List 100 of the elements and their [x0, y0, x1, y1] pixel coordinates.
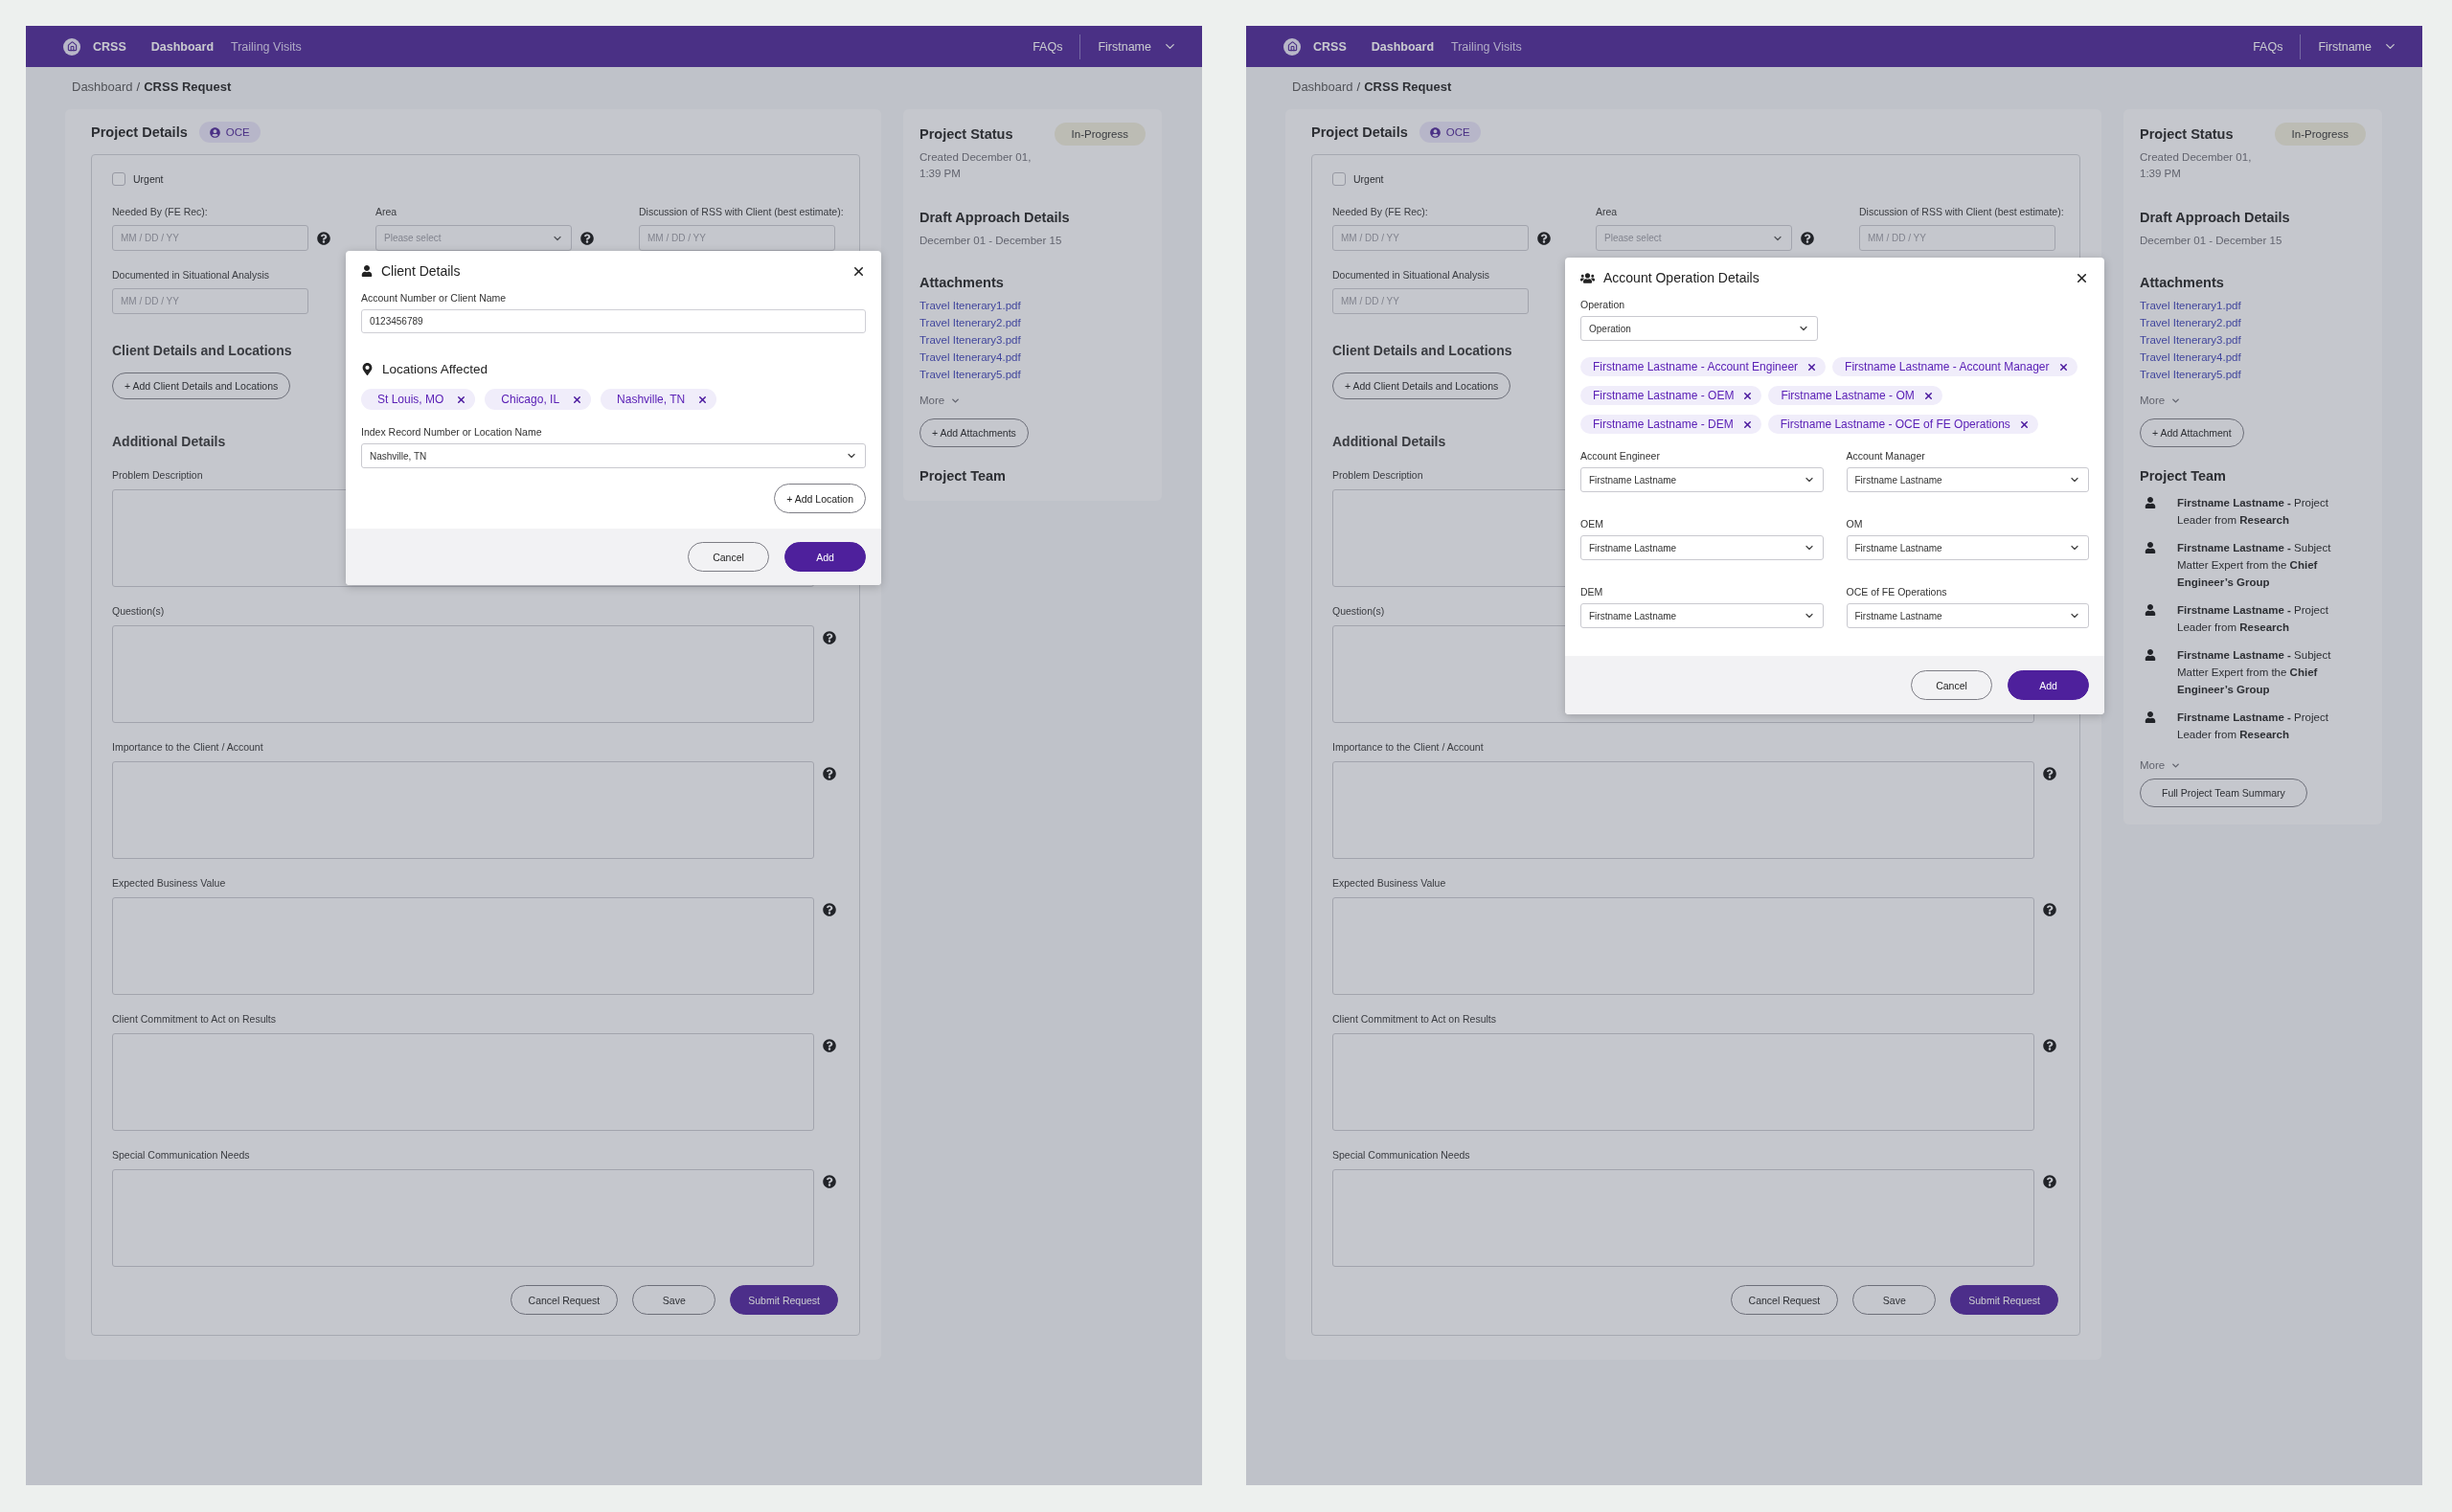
remove-icon[interactable]: [456, 394, 467, 405]
breadcrumb-separator: /: [136, 79, 141, 96]
action-button[interactable]: Submit Request: [1950, 1285, 2058, 1315]
breadcrumb-link[interactable]: Dashboard: [72, 79, 133, 96]
remove-icon[interactable]: [1742, 390, 1754, 401]
help-icon[interactable]: [823, 903, 836, 916]
person-icon: [2145, 711, 2156, 723]
field-label: Account Number or Client Name: [361, 292, 508, 305]
app-name: CRSS: [93, 39, 126, 54]
file-link[interactable]: Travel Itenerary3.pdf: [920, 331, 1021, 349]
action-button[interactable]: Submit Request: [730, 1285, 838, 1315]
location-chip: St Louis, MO: [361, 389, 476, 410]
nav-link[interactable]: Dashboard: [150, 39, 215, 54]
modal-button[interactable]: Add: [2008, 670, 2089, 700]
date-field[interactable]: MM / DD / YY: [112, 225, 308, 251]
home-icon[interactable]: [1283, 37, 1301, 56]
nav-link[interactable]: Trailing Visits: [231, 39, 302, 54]
help-icon[interactable]: [823, 631, 836, 644]
help-icon[interactable]: [1801, 231, 1814, 245]
sidebar-title: Project Status: [2140, 126, 2234, 142]
help-icon[interactable]: [2043, 1039, 2056, 1052]
remove-icon[interactable]: [2057, 361, 2069, 372]
remove-icon[interactable]: [1741, 418, 1753, 430]
person-chip: Firstname Lastname - Account Manager: [1832, 357, 2077, 376]
person-chip: Firstname Lastname - OEM: [1580, 386, 1762, 405]
file-link[interactable]: Travel Itenerary3.pdf: [2140, 331, 2241, 349]
select-field[interactable]: Firstname Lastname: [1580, 535, 1824, 560]
help-icon[interactable]: [2043, 767, 2056, 780]
more-button[interactable]: More: [2140, 395, 2182, 406]
file-link[interactable]: Travel Itenerary5.pdf: [2140, 366, 2241, 383]
section-title: Additional Details: [1332, 433, 1446, 450]
select-field[interactable]: Firstname Lastname: [1846, 467, 2089, 492]
user-menu[interactable]: Firstname: [2318, 39, 2397, 54]
help-icon[interactable]: [317, 231, 330, 245]
select-field[interactable]: Firstname Lastname: [1580, 467, 1824, 492]
dialog-title: Client Details: [381, 263, 462, 279]
file-link[interactable]: Travel Itenerary4.pdf: [920, 349, 1021, 366]
field-label: OM: [1846, 518, 1864, 530]
select-field[interactable]: Operation: [1580, 316, 1818, 341]
person-chip: Firstname Lastname - OCE of FE Operations: [1767, 415, 2038, 434]
date-field[interactable]: MM / DD / YY: [1859, 225, 2055, 251]
field-label: Operation: [1580, 299, 1626, 311]
more-button[interactable]: More: [2140, 759, 2182, 771]
person-chip: Firstname Lastname - OM: [1768, 386, 1942, 405]
person-chip: Firstname Lastname - Account Engineer: [1580, 357, 1827, 376]
file-link[interactable]: Travel Itenerary2.pdf: [920, 314, 1021, 331]
field-label: Needed By (FE Rec):: [112, 205, 208, 218]
field-label: OEM: [1580, 518, 1604, 530]
select-field[interactable]: Firstname Lastname: [1580, 603, 1824, 628]
field-label: Special Communication Needs: [112, 1148, 250, 1162]
field-label: Index Record Number or Location Name: [361, 426, 543, 439]
section-title: Client Details and Locations: [1332, 342, 1512, 359]
file-link[interactable]: Travel Itenerary1.pdf: [920, 297, 1021, 314]
help-icon[interactable]: [823, 767, 836, 780]
field-label: Client Commitment to Act on Results: [1332, 1012, 1496, 1026]
checkbox[interactable]: [1332, 172, 1346, 186]
nav-link[interactable]: Dashboard: [1371, 39, 1435, 54]
field-label: Special Communication Needs: [1332, 1148, 1470, 1162]
select-field[interactable]: Firstname Lastname: [1846, 603, 2089, 628]
remove-icon[interactable]: [1806, 361, 1818, 372]
file-link[interactable]: Travel Itenerary1.pdf: [2140, 297, 2241, 314]
checkbox[interactable]: [112, 172, 125, 186]
help-icon[interactable]: [823, 1039, 836, 1052]
select-field[interactable]: Firstname Lastname: [1846, 535, 2089, 560]
remove-icon[interactable]: [697, 394, 709, 405]
breadcrumb-link[interactable]: Dashboard: [1292, 79, 1353, 96]
sidebar-title: Project Status: [920, 126, 1013, 142]
remove-icon[interactable]: [572, 394, 583, 405]
breadcrumb-current: CRSS Request: [1364, 79, 1452, 96]
date-field[interactable]: MM / DD / YY: [1332, 225, 1529, 251]
sidebar-title: Attachments: [920, 275, 1005, 290]
field-label: Problem Description: [112, 468, 203, 482]
help-icon[interactable]: [2043, 903, 2056, 916]
file-link[interactable]: Travel Itenerary4.pdf: [2140, 349, 2241, 366]
nav-link[interactable]: Trailing Visits: [1451, 39, 1522, 54]
user-menu[interactable]: Firstname: [1098, 39, 1177, 54]
file-link[interactable]: Travel Itenerary2.pdf: [2140, 314, 2241, 331]
home-icon[interactable]: [63, 37, 80, 56]
file-link[interactable]: Travel Itenerary5.pdf: [920, 366, 1021, 383]
text-field[interactable]: 0123456789: [361, 309, 866, 333]
field-label: Area: [375, 205, 397, 218]
modal-button[interactable]: Add: [784, 542, 866, 572]
people-icon: [1580, 270, 1595, 285]
faqs-link[interactable]: FAQs: [1033, 39, 1063, 54]
select-field[interactable]: Nashville, TN: [361, 443, 866, 468]
team-member: Firstname Lastname - Project Leader from Research: [2177, 711, 2329, 742]
help-icon[interactable]: [2043, 1175, 2056, 1188]
sidebar-title: Draft Approach Details: [920, 210, 1071, 225]
faqs-link[interactable]: FAQs: [2253, 39, 2283, 54]
card-title: Project Details: [91, 124, 188, 140]
person-icon: [2145, 604, 2156, 616]
help-icon[interactable]: [823, 1175, 836, 1188]
more-button[interactable]: More: [920, 395, 962, 406]
date-field[interactable]: MM / DD / YY: [1332, 288, 1529, 314]
help-icon[interactable]: [580, 231, 594, 245]
remove-icon[interactable]: [2018, 418, 2030, 430]
help-icon[interactable]: [1537, 231, 1551, 245]
remove-icon[interactable]: [1922, 390, 1934, 401]
date-field[interactable]: MM / DD / YY: [112, 288, 308, 314]
date-field[interactable]: MM / DD / YY: [639, 225, 835, 251]
